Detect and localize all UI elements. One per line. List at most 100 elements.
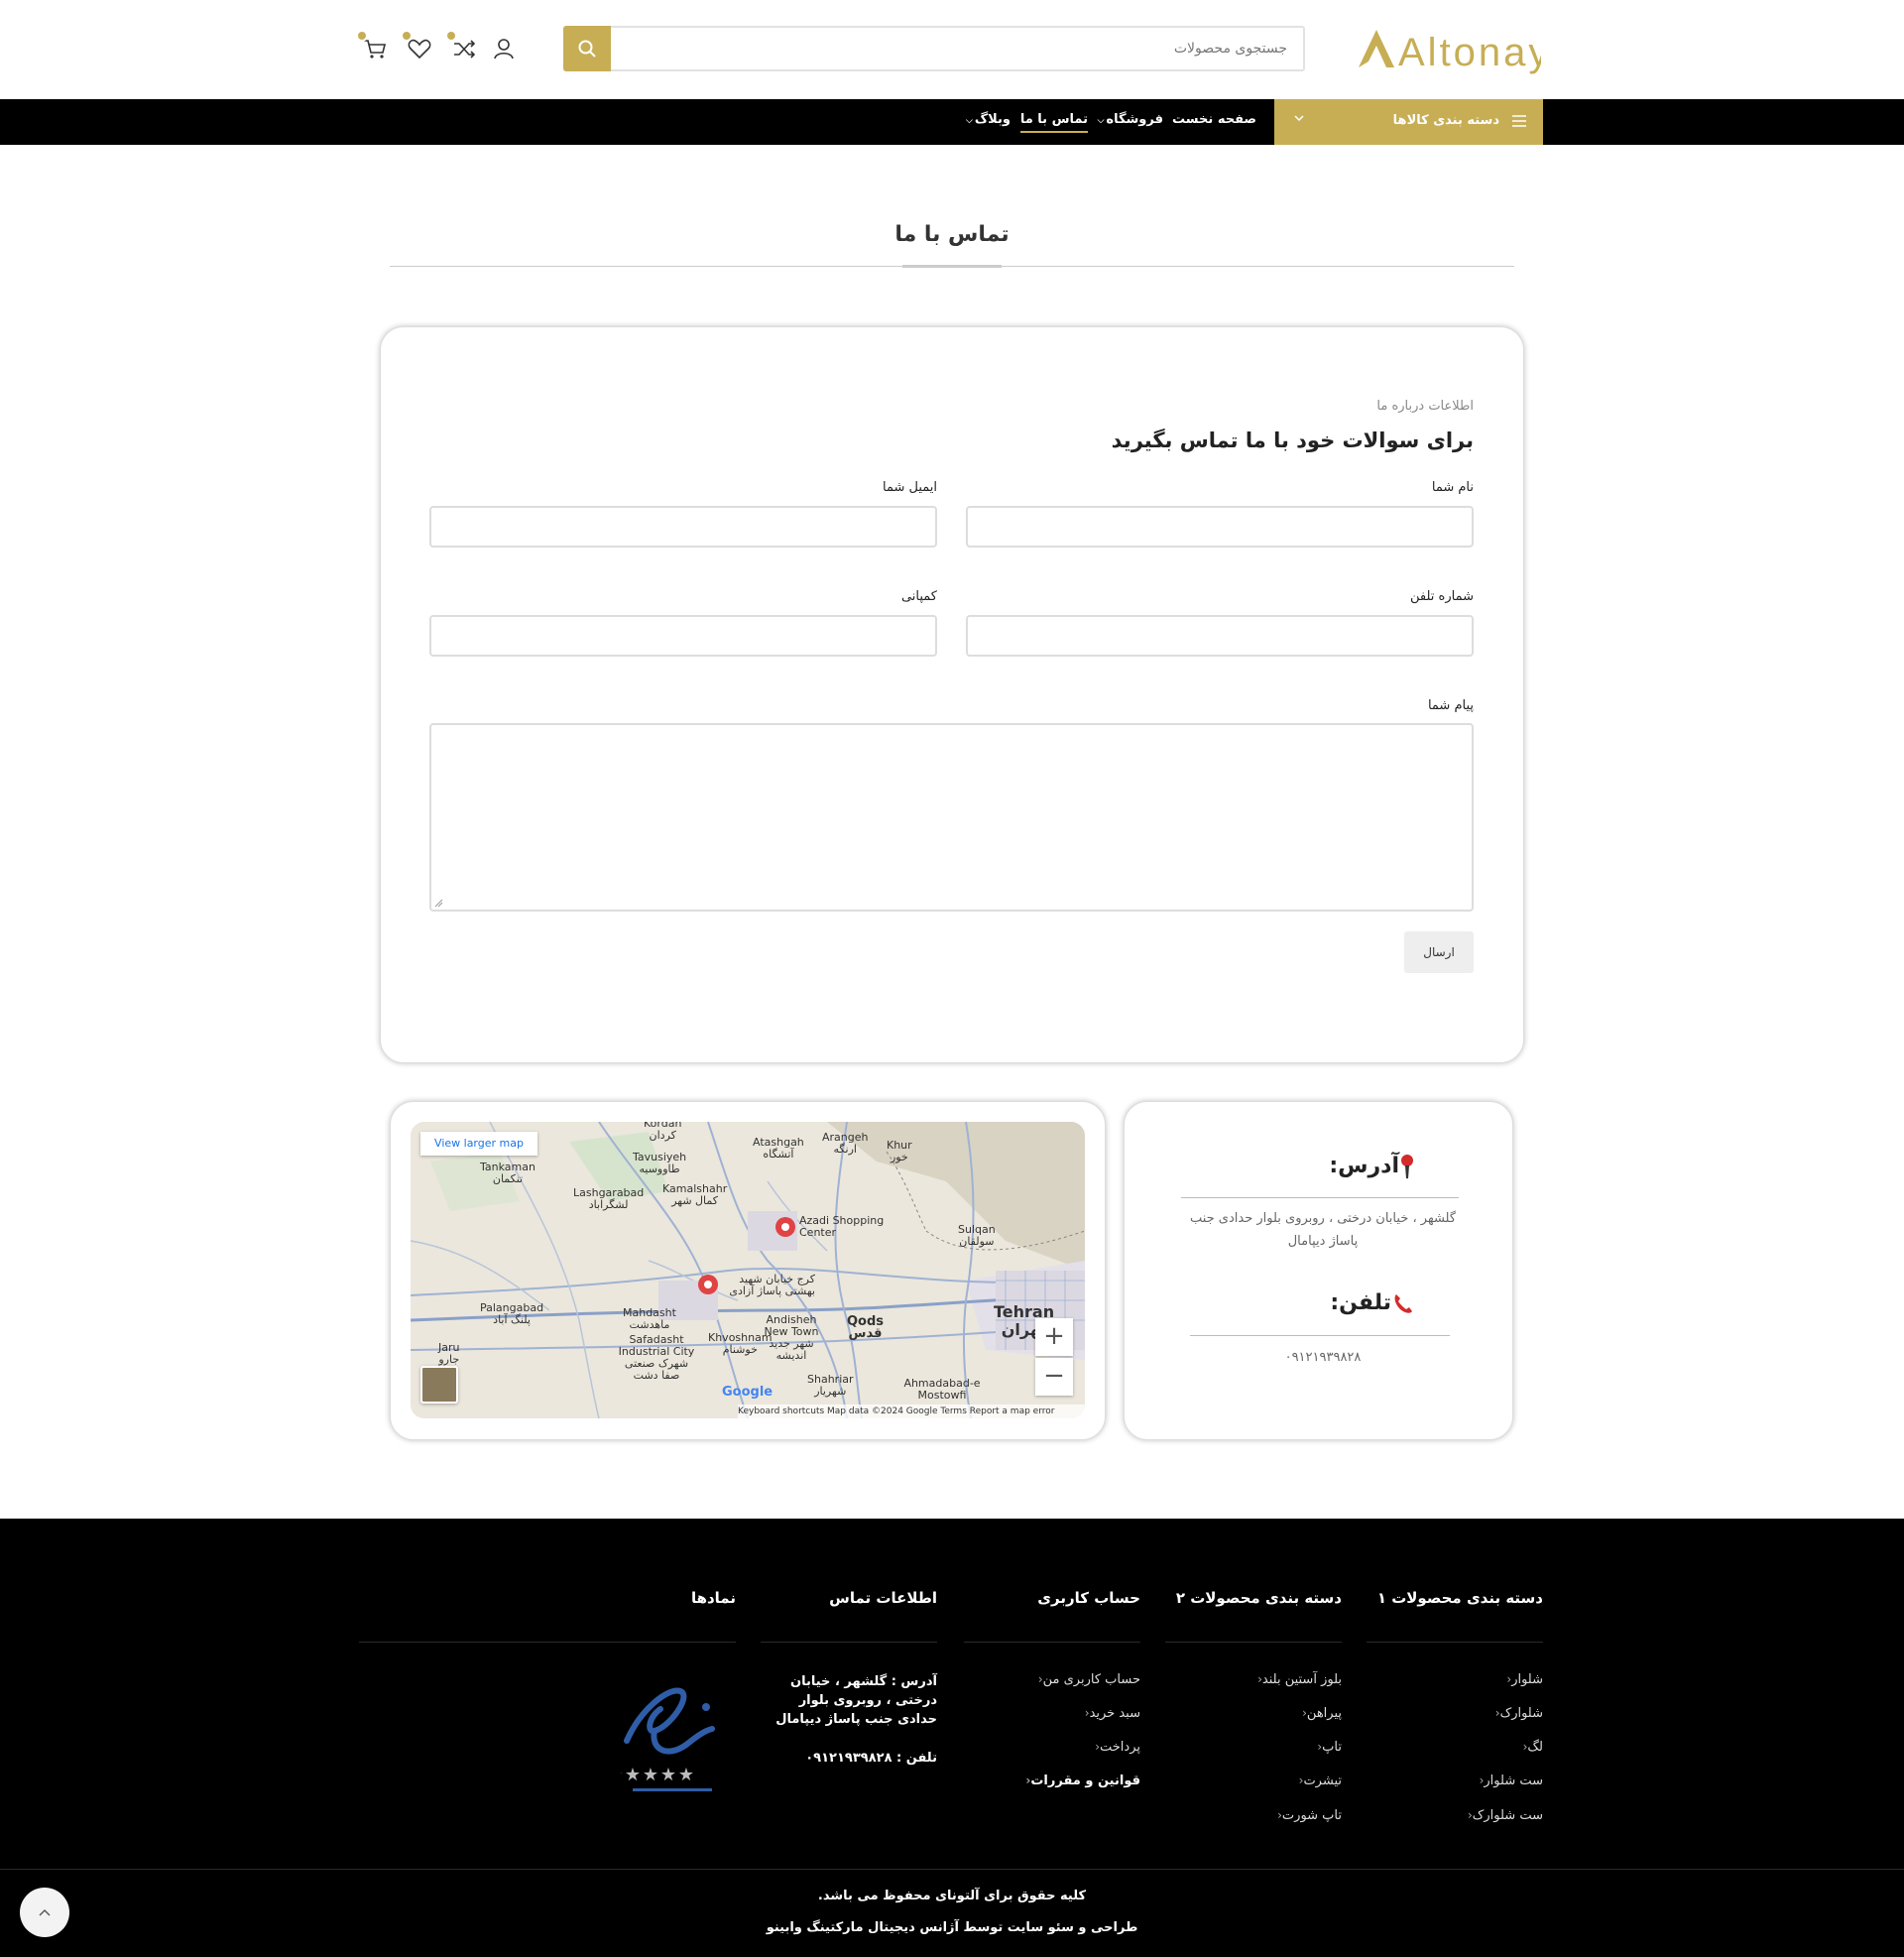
enamad-logo-icon: ★★★★★ — [607, 1687, 715, 1791]
map-label: کرج خیابان شهید بهشتی پاساژ آزادی — [729, 1273, 815, 1297]
name-field[interactable] — [966, 506, 1474, 548]
map-label: Azadi Shopping Center — [799, 1214, 885, 1239]
phone-field[interactable] — [966, 615, 1474, 657]
nav-link-shop[interactable]: فروشگاه⌵ — [1098, 112, 1163, 127]
map-label: Palangabad پلنگ آباد — [480, 1301, 544, 1326]
form-eyebrow: اطلاعات درباره ما — [1376, 399, 1474, 414]
footer-link[interactable]: قوانین و مقررات‹ — [1019, 1774, 1140, 1788]
footer-link[interactable]: شلوارک‹ — [1489, 1706, 1543, 1721]
footer-divider — [1165, 1642, 1342, 1643]
phone-text: ۰۹۱۲۱۹۳۹۸۲۸ — [1284, 1350, 1362, 1365]
map-label: Shahriar شهریار — [807, 1373, 854, 1398]
site-logo[interactable]: Altonay — [1357, 22, 1548, 77]
search-box[interactable]: جستجوی محصولات — [563, 26, 1305, 71]
map-label: Qods قدس — [847, 1314, 885, 1341]
resize-handle-icon[interactable] — [433, 898, 443, 908]
map-label: Arangeh ارنگه — [822, 1131, 869, 1156]
footer-link[interactable]: ست شلوار‹ — [1474, 1774, 1543, 1788]
footer-link[interactable]: تاپ‹ — [1311, 1740, 1342, 1755]
map-label: Atashgah آتشگاه — [753, 1136, 804, 1161]
phone-title: تلفن: — [1330, 1290, 1415, 1315]
map-label: Ahmadabad-e Mostowfi — [903, 1377, 981, 1402]
cart-button[interactable] — [356, 30, 390, 63]
map-label: Lashgarabad لشگراباد — [573, 1186, 645, 1211]
categories-menu-button[interactable]: دسته بندی کالاها — [1274, 99, 1543, 145]
footer-link[interactable]: سبد خرید‹ — [1079, 1706, 1140, 1721]
svg-text:★: ★ — [621, 1765, 623, 1785]
footer-divider — [1367, 1642, 1543, 1643]
enamad-badge[interactable]: ★★★★★ — [607, 1669, 724, 1798]
footer-phone: تلفن : ۰۹۱۲۱۹۳۹۸۲۸ — [805, 1751, 937, 1766]
map-attribution[interactable]: Keyboard shortcuts Map data ©2024 Google… — [738, 1405, 1085, 1418]
footer-link[interactable]: ست شلوارک‹ — [1462, 1808, 1543, 1823]
map-label: Sulqan سولقان — [958, 1223, 996, 1248]
wishlist-button[interactable] — [401, 30, 434, 63]
footer-link[interactable]: پرداخت‹ — [1089, 1740, 1140, 1755]
categories-label: دسته بندی کالاها — [1392, 113, 1499, 128]
search-button[interactable] — [563, 26, 611, 71]
footer-link[interactable]: تاپ شورت‹ — [1271, 1808, 1342, 1823]
message-field[interactable] — [429, 723, 1474, 912]
credit-text[interactable]: طراحی و سئو سایت توسط آژانس دیجیتال مارک… — [0, 1920, 1904, 1935]
footer-col-title: اطلاعات تماس — [829, 1589, 937, 1607]
page-title: تماس با ما — [894, 222, 1010, 247]
cart-count-badge — [356, 30, 368, 42]
map-label: Kamalshahr کمال شهر — [662, 1182, 728, 1207]
phone-icon — [1391, 1290, 1415, 1315]
satellite-toggle-button[interactable] — [420, 1366, 458, 1404]
footer-col-title: دسته بندی محصولات ۱ — [1376, 1589, 1543, 1607]
zoom-in-button[interactable]: + — [1035, 1318, 1073, 1356]
compare-count-badge — [445, 30, 457, 42]
nav-link-home[interactable]: صفحه نخست — [1172, 112, 1256, 127]
map-label: Mahdasht ماهدشت — [623, 1306, 676, 1331]
footer-link[interactable]: شلوار‹ — [1500, 1672, 1543, 1687]
footer-divider — [761, 1642, 937, 1643]
address-text: گلشهر ، خیابان درختی ، روبروی بلوار حداد… — [1189, 1211, 1457, 1249]
nav-link-blog-label: وبلاگ — [974, 112, 1011, 127]
site-header: Altonay جستجوی محصولات — [0, 0, 1904, 99]
main-nav: دسته بندی کالاها صفحه نخست فروشگاه⌵ تماس… — [0, 99, 1904, 145]
submit-button[interactable]: ارسال — [1404, 931, 1474, 973]
message-label: پیام شما — [1427, 698, 1474, 713]
map-label: Kordan کردان — [644, 1122, 682, 1142]
chevron-down-icon — [1292, 111, 1306, 129]
email-label: ایمیل شما — [882, 480, 937, 495]
footer-link[interactable]: پیراهن‹ — [1296, 1706, 1342, 1721]
footer-col-title: حساب کاربری — [1037, 1589, 1140, 1607]
scroll-to-top-button[interactable] — [20, 1888, 69, 1937]
company-label: کمپانی — [900, 589, 937, 604]
view-larger-map-link[interactable]: View larger map — [420, 1132, 537, 1156]
address-title: آدرس: — [1329, 1154, 1415, 1179]
company-field[interactable] — [429, 615, 937, 657]
svg-text:★: ★ — [643, 1765, 658, 1785]
footer-link[interactable]: حساب کاربری من‹ — [1032, 1672, 1140, 1687]
zoom-out-button[interactable]: − — [1035, 1358, 1073, 1396]
footer-bottom-divider — [0, 1869, 1904, 1870]
form-heading: برای سوالات خود با ما تماس بگیرید — [1111, 428, 1474, 452]
site-footer: دسته بندی محصولات ۱ دسته بندی محصولات ۲ … — [0, 1519, 1904, 1957]
chevron-down-icon: ⌵ — [1097, 116, 1105, 126]
footer-link[interactable]: لگ‹ — [1517, 1740, 1543, 1755]
account-button[interactable] — [489, 34, 519, 63]
wishlist-count-badge — [401, 30, 413, 42]
compare-button[interactable] — [445, 30, 479, 63]
google-map[interactable]: View larger map Kordan کردان Atashgah آتشگ… — [411, 1122, 1085, 1418]
map-label: Safadasht Industrial City شهرک صنعتی صفا … — [618, 1333, 695, 1382]
name-label: نام شما — [1431, 480, 1474, 495]
email-field[interactable] — [429, 506, 937, 548]
footer-divider — [359, 1642, 736, 1643]
search-input[interactable]: جستجوی محصولات — [1174, 41, 1287, 57]
pin-icon — [1399, 1154, 1415, 1179]
user-icon — [494, 39, 514, 60]
nav-link-blog[interactable]: وبلاگ⌵ — [966, 112, 1011, 127]
footer-link[interactable]: تیشرت‹ — [1293, 1774, 1342, 1788]
phone-divider — [1190, 1335, 1450, 1336]
search-icon — [578, 40, 596, 58]
footer-link[interactable]: بلوز آستین بلند‹ — [1251, 1672, 1342, 1687]
nav-link-contact[interactable]: تماس با ما — [1019, 112, 1088, 133]
nav-link-shop-label: فروشگاه — [1106, 112, 1163, 127]
map-label: Tankaman تنکمان — [480, 1161, 536, 1185]
chevron-up-icon — [39, 1909, 51, 1916]
map-label: Jaru جارو — [438, 1341, 460, 1366]
menu-icon — [1511, 113, 1527, 133]
